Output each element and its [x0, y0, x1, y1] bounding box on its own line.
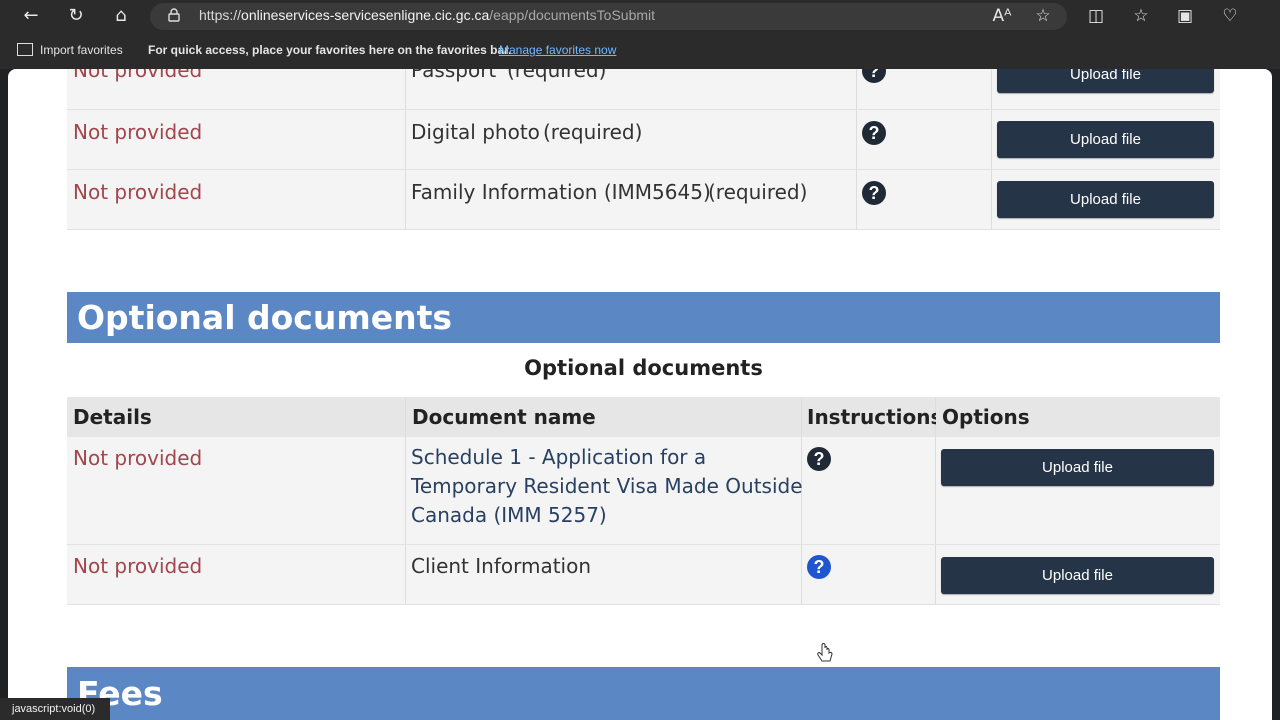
upload-file-button[interactable]: Upload file [941, 449, 1214, 486]
required-row-digital-photo: Not provided Digital photo (required) ? … [67, 110, 1220, 170]
status-not-provided: Not provided [73, 69, 203, 82]
options-cell: Upload file [936, 545, 1220, 604]
optional-documents-caption: Optional documents [524, 356, 763, 380]
required-label: (required) [708, 180, 808, 204]
client-information-document: Client Information [411, 554, 592, 578]
instructions-cell: ? [857, 69, 992, 109]
status-bar: javascript:void(0) [0, 698, 110, 720]
home-icon[interactable]: ⌂ [108, 4, 134, 28]
details-cell: Not provided [67, 110, 406, 169]
document-cell: Client Information [406, 545, 802, 604]
schedule-1-document-link[interactable]: Schedule 1 - Application for a Temporary… [411, 443, 803, 530]
health-icon[interactable]: ♡ [1219, 5, 1241, 27]
status-not-provided: Not provided [73, 180, 203, 204]
document-cell: Schedule 1 - Application for a Temporary… [406, 437, 803, 544]
optional-row-client-information: Not provided Client Information ? Upload… [67, 545, 1220, 605]
instructions-column-header: Instructions [802, 397, 942, 437]
optional-row-schedule-1: Not provided Schedule 1 - Application fo… [67, 437, 1220, 545]
address-url[interactable]: https://onlineservices-servicesenligne.c… [199, 7, 655, 23]
fees-heading: Fees [67, 667, 1220, 720]
folder-import-icon [17, 43, 33, 56]
help-icon[interactable]: ? [807, 447, 831, 471]
document-name-column-header: Document name [406, 397, 802, 437]
upload-file-button[interactable]: Upload file [997, 69, 1214, 93]
collections-icon[interactable]: ▣ [1174, 5, 1196, 27]
quick-access-text: For quick access, place your favorites h… [148, 43, 512, 57]
required-label: (required) [543, 120, 643, 144]
favorites-icon[interactable]: ☆ [1130, 5, 1152, 27]
lock-icon [168, 8, 180, 22]
document-cell: Digital photo (required) [406, 110, 857, 169]
details-cell: Not provided [67, 437, 406, 544]
help-icon[interactable]: ? [862, 181, 886, 205]
upload-file-button[interactable]: Upload file [997, 181, 1214, 218]
upload-file-button[interactable]: Upload file [941, 557, 1214, 594]
document-cell: Passport (required) [406, 69, 857, 109]
options-cell: Upload file [992, 110, 1220, 169]
status-not-provided: Not provided [73, 554, 203, 578]
url-prefix: https:// [199, 7, 242, 23]
document-cell: Family Information (IMM5645) (required) [406, 170, 857, 229]
options-cell: Upload file [936, 437, 1220, 544]
details-cell: Not provided [67, 69, 406, 109]
manage-favorites-link[interactable]: Manage favorites now [499, 43, 616, 57]
required-row-family-information: Not provided Family Information (IMM5645… [67, 170, 1220, 230]
instructions-cell: ? [857, 170, 992, 229]
import-favorites-label: Import favorites [40, 43, 123, 57]
refresh-icon[interactable]: ↻ [63, 4, 89, 28]
hand-cursor-icon [817, 643, 833, 662]
document-name: Family Information (IMM5645) [411, 180, 711, 204]
required-label: (required) [507, 69, 607, 82]
split-screen-icon[interactable]: ◫ [1085, 5, 1107, 27]
help-icon[interactable]: ? [807, 555, 831, 579]
document-name: Digital photo [411, 120, 540, 144]
instructions-cell: ? [802, 545, 936, 604]
instructions-cell: ? [802, 437, 936, 544]
help-icon[interactable]: ? [862, 121, 886, 145]
options-cell: Upload file [992, 170, 1220, 229]
status-not-provided: Not provided [73, 446, 203, 470]
details-cell: Not provided [67, 170, 406, 229]
optional-documents-heading: Optional documents [67, 292, 1220, 343]
help-icon[interactable]: ? [862, 69, 886, 83]
url-path: /eapp/documentsToSubmit [489, 7, 656, 23]
details-cell: Not provided [67, 545, 406, 604]
document-name: Passport [411, 69, 497, 82]
status-not-provided: Not provided [73, 120, 203, 144]
url-host: onlineservices-servicesenligne.cic.gc.ca [241, 7, 490, 23]
import-favorites-button[interactable]: Import favorites [17, 43, 123, 57]
favorites-bar: Import favorites For quick access, place… [0, 33, 1280, 69]
options-column-header: Options [936, 397, 1220, 437]
options-cell: Upload file [992, 69, 1220, 109]
page-content: Not provided Passport (required) ? Uploa… [8, 69, 1272, 720]
details-column-header: Details [67, 397, 406, 437]
instructions-cell: ? [857, 110, 992, 169]
back-icon[interactable]: ← [18, 4, 44, 28]
star-icon[interactable]: ☆ [1032, 5, 1054, 27]
required-row-passport: Not provided Passport (required) ? Uploa… [67, 69, 1220, 110]
upload-file-button[interactable]: Upload file [997, 121, 1214, 158]
read-aloud-icon[interactable]: Aᴬ [991, 5, 1013, 27]
browser-toolbar: ← ↻ ⌂ https://onlineservices-servicesenl… [0, 0, 1280, 33]
address-bar[interactable]: https://onlineservices-servicesenligne.c… [150, 3, 1067, 30]
